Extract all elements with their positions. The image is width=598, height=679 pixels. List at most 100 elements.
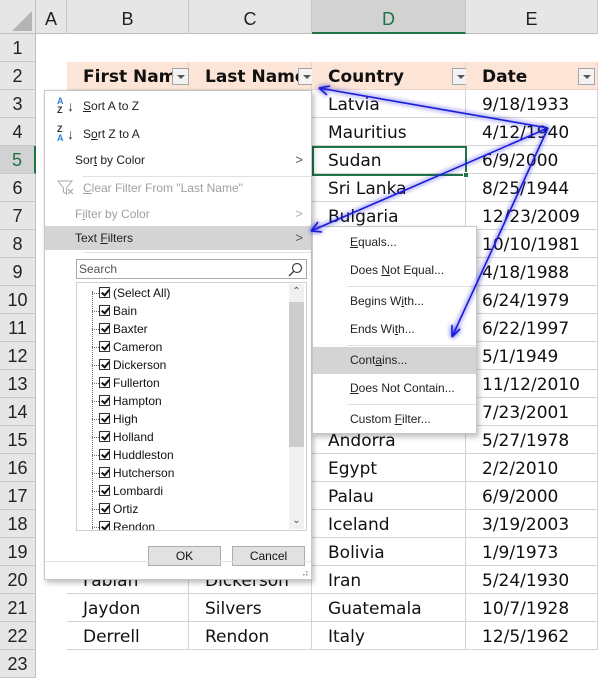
checkbox-checked-icon[interactable] bbox=[99, 359, 110, 370]
submenu-equals[interactable]: Equals... bbox=[313, 229, 476, 256]
filter-value-item[interactable]: Hutcherson bbox=[77, 464, 174, 482]
submenu-custom-filter[interactable]: Custom Filter... bbox=[313, 406, 476, 433]
row-header-18[interactable]: 18 bbox=[0, 510, 36, 538]
row-header-15[interactable]: 15 bbox=[0, 426, 36, 454]
checkbox-checked-icon[interactable] bbox=[99, 503, 110, 514]
column-header-a[interactable]: A bbox=[36, 0, 67, 34]
cell-date[interactable]: 2/2/2010 bbox=[466, 454, 598, 482]
row-header-10[interactable]: 10 bbox=[0, 286, 36, 314]
row-header-9[interactable]: 9 bbox=[0, 258, 36, 286]
row-header-14[interactable]: 14 bbox=[0, 398, 36, 426]
table-header-cell[interactable]: Country bbox=[312, 62, 466, 90]
scroll-down-icon[interactable]: ⌄ bbox=[289, 513, 304, 529]
cell-date[interactable]: 6/24/1979 bbox=[466, 286, 598, 314]
checkbox-checked-icon[interactable] bbox=[99, 413, 110, 424]
row-header-22[interactable]: 22 bbox=[0, 622, 36, 650]
menu-sort-z-to-a[interactable]: Z A ↓ Sort Z to A bbox=[45, 122, 311, 146]
cell-date[interactable]: 12/23/2009 bbox=[466, 202, 598, 230]
checkbox-checked-icon[interactable] bbox=[99, 377, 110, 388]
submenu-begins-with[interactable]: Begins With... bbox=[313, 288, 476, 315]
row-header-12[interactable]: 12 bbox=[0, 342, 36, 370]
checkbox-checked-icon[interactable] bbox=[99, 521, 110, 530]
filter-value-item[interactable]: Cameron bbox=[77, 338, 162, 356]
cell-last-name[interactable]: Silvers bbox=[189, 594, 312, 622]
checkbox-checked-icon[interactable] bbox=[99, 323, 110, 334]
column-header-e[interactable]: E bbox=[466, 0, 598, 34]
cell-date[interactable]: 9/18/1933 bbox=[466, 90, 598, 118]
filter-value-item[interactable]: Fullerton bbox=[77, 374, 160, 392]
checkbox-checked-icon[interactable] bbox=[99, 395, 110, 406]
cell-first-name[interactable]: Derrell bbox=[67, 622, 189, 650]
cell-date[interactable]: 6/9/2000 bbox=[466, 146, 598, 174]
cell-date[interactable]: 6/9/2000 bbox=[466, 482, 598, 510]
row-header-19[interactable]: 19 bbox=[0, 538, 36, 566]
cell-date[interactable]: 10/10/1981 bbox=[466, 230, 598, 258]
submenu-does-not-equal[interactable]: Does Not Equal... bbox=[313, 257, 476, 284]
row-header-8[interactable]: 8 bbox=[0, 230, 36, 258]
cell-country[interactable]: Italy bbox=[312, 622, 466, 650]
filter-dropdown-button[interactable] bbox=[578, 68, 595, 85]
menu-clear-filter[interactable]: Clear Filter From "Last Name" bbox=[45, 176, 311, 200]
cancel-button[interactable]: Cancel bbox=[232, 546, 305, 566]
cell-date[interactable]: 5/1/1949 bbox=[466, 342, 598, 370]
menu-text-filters[interactable]: Text Filters > bbox=[45, 226, 311, 250]
filter-dropdown-button[interactable] bbox=[172, 68, 189, 85]
cell-date[interactable]: 11/12/2010 bbox=[466, 370, 598, 398]
menu-sort-by-color[interactable]: Sort by Color > bbox=[45, 148, 311, 172]
checkbox-checked-icon[interactable] bbox=[99, 287, 110, 298]
cell-country[interactable]: Latvia bbox=[312, 90, 466, 118]
cell-country[interactable]: Egypt bbox=[312, 454, 466, 482]
scroll-up-icon[interactable]: ⌃ bbox=[289, 284, 304, 300]
submenu-contains[interactable]: Contains... bbox=[313, 347, 476, 374]
column-header-d[interactable]: D bbox=[312, 0, 466, 34]
row-header-5[interactable]: 5 bbox=[0, 146, 36, 174]
scrollbar-thumb[interactable] bbox=[289, 302, 304, 447]
checkbox-checked-icon[interactable] bbox=[99, 485, 110, 496]
filter-value-item[interactable]: High bbox=[77, 410, 138, 428]
row-header-23[interactable]: 23 bbox=[0, 650, 36, 678]
ok-button[interactable]: OK bbox=[148, 546, 221, 566]
cell-date[interactable]: 5/24/1930 bbox=[466, 566, 598, 594]
row-header-21[interactable]: 21 bbox=[0, 594, 36, 622]
cell-date[interactable]: 10/7/1928 bbox=[466, 594, 598, 622]
cell-first-name[interactable]: Jaydon bbox=[67, 594, 189, 622]
filter-value-item[interactable]: Lombardi bbox=[77, 482, 163, 500]
filter-value-item[interactable]: Baxter bbox=[77, 320, 148, 338]
checkbox-checked-icon[interactable] bbox=[99, 305, 110, 316]
select-all-corner[interactable] bbox=[0, 0, 36, 34]
filter-value-item[interactable]: Rendon bbox=[77, 518, 155, 530]
row-header-17[interactable]: 17 bbox=[0, 482, 36, 510]
filter-value-item[interactable]: Holland bbox=[77, 428, 154, 446]
checkbox-checked-icon[interactable] bbox=[99, 449, 110, 460]
filter-value-item[interactable]: Bain bbox=[77, 302, 137, 320]
row-header-11[interactable]: 11 bbox=[0, 314, 36, 342]
column-header-c[interactable]: C bbox=[189, 0, 312, 34]
column-header-b[interactable]: B bbox=[67, 0, 189, 34]
row-header-2[interactable]: 2 bbox=[0, 62, 36, 90]
cell-date[interactable]: 4/18/1988 bbox=[466, 258, 598, 286]
filter-value-item[interactable]: Dickerson bbox=[77, 356, 166, 374]
checkbox-checked-icon[interactable] bbox=[99, 431, 110, 442]
table-header-cell[interactable]: Last Name bbox=[189, 62, 312, 90]
cell-country[interactable]: Guatemala bbox=[312, 594, 466, 622]
cell-country[interactable]: Bolivia bbox=[312, 538, 466, 566]
cell-country[interactable]: Palau bbox=[312, 482, 466, 510]
cell-date[interactable]: 7/23/2001 bbox=[466, 398, 598, 426]
row-header-6[interactable]: 6 bbox=[0, 174, 36, 202]
search-icon[interactable] bbox=[288, 262, 303, 277]
cell-last-name[interactable]: Rendon bbox=[189, 622, 312, 650]
submenu-does-not-contain[interactable]: Does Not Contain... bbox=[313, 375, 476, 402]
cell-country[interactable]: Sri Lanka bbox=[312, 174, 466, 202]
filter-value-item[interactable]: (Select All) bbox=[77, 284, 170, 302]
row-header-13[interactable]: 13 bbox=[0, 370, 36, 398]
cell-date[interactable]: 4/12/1940 bbox=[466, 118, 598, 146]
checkbox-checked-icon[interactable] bbox=[99, 467, 110, 478]
cell-date[interactable]: 1/9/1973 bbox=[466, 538, 598, 566]
row-header-7[interactable]: 7 bbox=[0, 202, 36, 230]
submenu-ends-with[interactable]: Ends With... bbox=[313, 316, 476, 343]
filter-value-item[interactable]: Ortiz bbox=[77, 500, 138, 518]
cell-date[interactable]: 5/27/1978 bbox=[466, 426, 598, 454]
table-header-cell[interactable]: First Name bbox=[67, 62, 189, 90]
cell-country[interactable]: Mauritius bbox=[312, 118, 466, 146]
row-header-4[interactable]: 4 bbox=[0, 118, 36, 146]
